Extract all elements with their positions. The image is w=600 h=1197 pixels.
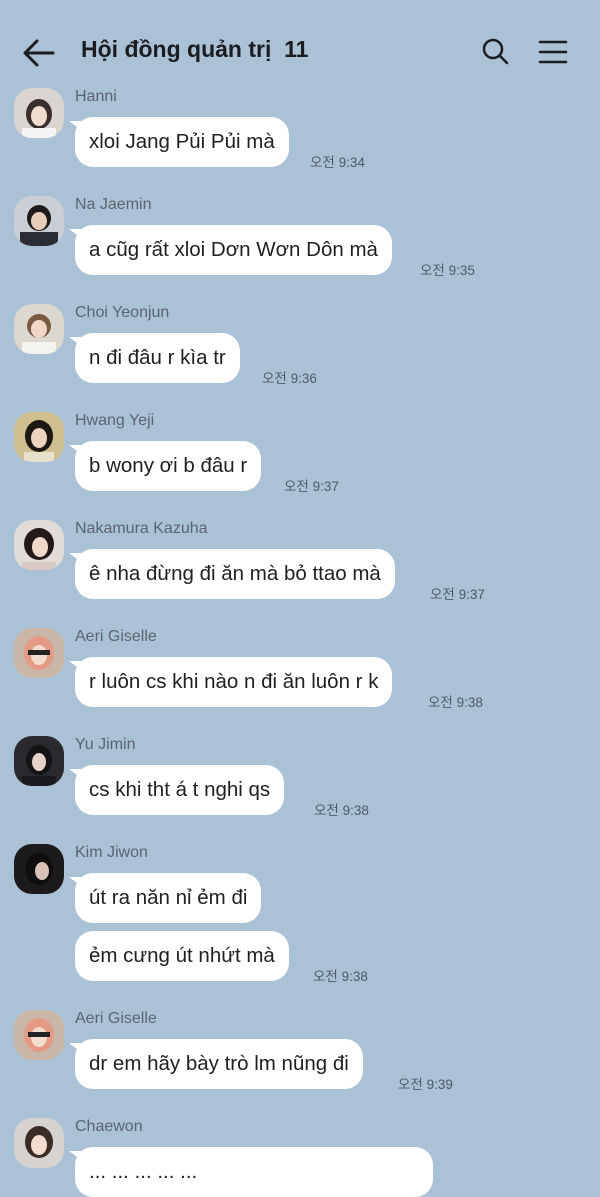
message-bubble[interactable]: xloi Jang Pủi Pủi mà bbox=[69, 117, 289, 167]
avatar[interactable] bbox=[14, 304, 64, 354]
message-time: 오전 9:37 bbox=[430, 587, 485, 602]
message-time: 오전 9:35 bbox=[420, 263, 475, 278]
message-bubble[interactable]: ẻm cưng út nhứt mà bbox=[75, 931, 289, 981]
message-time: 오전 9:38 bbox=[314, 803, 369, 818]
avatar[interactable] bbox=[14, 844, 64, 894]
avatar[interactable] bbox=[14, 736, 64, 786]
message-bubble[interactable]: ê nha đừng đi ăn mà bỏ ttao mà bbox=[69, 549, 395, 599]
sender-name: Hanni bbox=[75, 88, 117, 105]
search-icon[interactable] bbox=[481, 37, 509, 65]
avatar[interactable] bbox=[14, 88, 64, 138]
chat-header: Hội đồng quản trị 11 bbox=[0, 0, 600, 100]
message-time: 오전 9:39 bbox=[398, 1077, 453, 1092]
sender-name: Yu Jimin bbox=[75, 736, 136, 753]
avatar[interactable] bbox=[14, 520, 64, 570]
message-time: 오전 9:38 bbox=[428, 695, 483, 710]
message-time: 오전 9:34 bbox=[310, 155, 365, 170]
sender-name: Nakamura Kazuha bbox=[75, 520, 208, 537]
chat-title: Hội đồng quản trị 11 bbox=[81, 36, 309, 62]
message-time: 오전 9:36 bbox=[262, 371, 317, 386]
avatar[interactable] bbox=[14, 412, 64, 462]
avatar[interactable] bbox=[14, 1010, 64, 1060]
message-bubble[interactable]: a cũg rất xloi Dơn Wơn Dôn mà bbox=[69, 225, 392, 275]
message-bubble[interactable]: r luôn cs khi nào n đi ăn luôn r k bbox=[68, 657, 393, 707]
menu-icon[interactable] bbox=[538, 39, 568, 65]
sender-name: Choi Yeonjun bbox=[75, 304, 170, 321]
sender-name: Aeri Giselle bbox=[75, 1010, 157, 1027]
message-bubble[interactable]: cs khi tht á t nghi qs bbox=[68, 765, 285, 815]
message-bubble[interactable]: b wony ơi b đâu r bbox=[68, 441, 262, 491]
sender-name: Hwang Yeji bbox=[75, 412, 155, 429]
message-bubble[interactable]: ... ... ... ... ... bbox=[69, 1147, 433, 1197]
message-time: 오전 9:37 bbox=[284, 479, 339, 494]
avatar[interactable] bbox=[14, 628, 64, 678]
sender-name: Na Jaemin bbox=[75, 196, 152, 213]
back-arrow-icon[interactable] bbox=[22, 36, 56, 70]
message-time: 오전 9:38 bbox=[313, 969, 368, 984]
sender-name: Chaewon bbox=[75, 1118, 143, 1135]
avatar[interactable] bbox=[14, 196, 64, 246]
avatar[interactable] bbox=[14, 1118, 64, 1168]
message-bubble[interactable]: dr em hãy bày trò lm nũng đi bbox=[69, 1039, 363, 1089]
message-bubble[interactable]: n đi đâu r kìa tr bbox=[69, 333, 240, 383]
message-bubble[interactable]: út ra năn nỉ ẻm đi bbox=[68, 873, 262, 923]
sender-name: Aeri Giselle bbox=[75, 628, 157, 645]
sender-name: Kim Jiwon bbox=[75, 844, 148, 861]
